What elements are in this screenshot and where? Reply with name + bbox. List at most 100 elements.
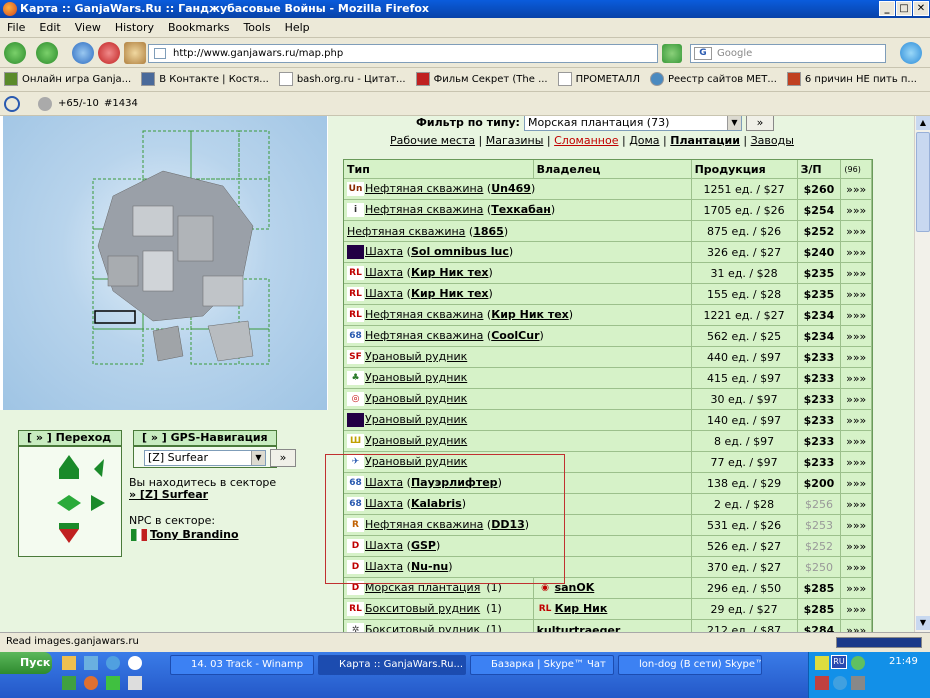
tray-icon[interactable]	[833, 676, 847, 690]
details-link[interactable]: »»»	[841, 326, 872, 347]
task-skype[interactable]: lon-dog (В сети) Skype™ ...	[618, 655, 762, 675]
chevron-down-icon[interactable]: ▼	[251, 451, 265, 465]
quicklaunch-icon[interactable]	[106, 656, 120, 670]
stop-icon[interactable]	[98, 42, 120, 64]
details-link[interactable]: »»»	[841, 515, 872, 536]
object-type-link[interactable]: Нефтяная скважина	[365, 203, 483, 216]
object-type-link[interactable]: Нефтяная скважина	[365, 308, 483, 321]
owner-link[interactable]: Техкабан	[491, 203, 551, 216]
category-link[interactable]: Рабочие места	[390, 134, 475, 147]
object-type-link[interactable]: Урановый рудник	[365, 350, 467, 363]
details-link[interactable]: »»»	[841, 347, 872, 368]
category-link[interactable]: Заводы	[751, 134, 794, 147]
quicklaunch-icon[interactable]	[84, 656, 98, 670]
details-link[interactable]: »»»	[841, 536, 872, 557]
tray-icon[interactable]	[815, 676, 829, 690]
details-link[interactable]: »»»	[841, 263, 872, 284]
skype-icon[interactable]	[900, 42, 922, 64]
menu-bookmarks[interactable]: Bookmarks	[161, 18, 236, 38]
menu-tools[interactable]: Tools	[236, 18, 277, 38]
sector-map[interactable]	[3, 116, 327, 410]
details-link[interactable]: »»»	[841, 221, 872, 242]
object-type-link[interactable]: Бокситовый рудник	[365, 602, 480, 615]
owner-link[interactable]: Un469	[491, 182, 531, 195]
maximize-button[interactable]: □	[896, 1, 912, 16]
details-link[interactable]: »»»	[841, 410, 872, 431]
search-input[interactable]: G Google	[690, 44, 886, 63]
scroll-thumb[interactable]	[916, 132, 930, 232]
object-type-link[interactable]: Нефтяная скважина	[365, 329, 483, 342]
object-type-link[interactable]: Урановый рудник	[365, 392, 467, 405]
start-button[interactable]: Пуск	[0, 652, 52, 674]
owner-link[interactable]: Кир Ник тех	[411, 266, 489, 279]
category-link[interactable]: Плантации	[670, 134, 740, 147]
back-arrow-icon[interactable]	[4, 42, 26, 64]
object-type-link[interactable]: Шахта	[365, 287, 403, 300]
category-link[interactable]: Дома	[629, 134, 659, 147]
tray-icon[interactable]	[851, 656, 865, 670]
bookmark-item[interactable]: 6 причин НЕ пить п...	[783, 68, 923, 91]
details-link[interactable]: »»»	[841, 620, 872, 632]
details-link[interactable]: »»»	[841, 494, 872, 515]
object-type-link[interactable]: Шахта	[365, 266, 403, 279]
gps-go-button[interactable]: »	[270, 449, 296, 467]
quicklaunch-icon[interactable]	[62, 656, 76, 670]
details-link[interactable]: »»»	[841, 200, 872, 221]
lang-indicator[interactable]: RU	[831, 655, 847, 669]
bookmark-item[interactable]: bash.org.ru - Цитат...	[275, 68, 412, 91]
details-link[interactable]: »»»	[841, 242, 872, 263]
details-link[interactable]: »»»	[841, 473, 872, 494]
task-skype-chat[interactable]: Базарка | Skype™ Чат	[470, 655, 614, 675]
details-link[interactable]: »»»	[841, 305, 872, 326]
task-winamp[interactable]: 14. 03 Track - Winamp	[170, 655, 314, 675]
owner-link[interactable]: CoolCur	[491, 329, 539, 342]
filter-go-button[interactable]: »	[746, 116, 774, 131]
go-icon[interactable]	[662, 44, 682, 63]
object-type-link[interactable]: Нефтяная скважина	[347, 225, 465, 238]
npc-link[interactable]: Tony Brandino	[150, 528, 239, 541]
menu-file[interactable]: File	[0, 18, 32, 38]
quicklaunch-icon[interactable]	[84, 676, 98, 690]
owner-link[interactable]: Кир Ник тех	[491, 308, 569, 321]
bookmark-item[interactable]: Реестр сайтов МЕТ...	[646, 68, 783, 91]
counter-text[interactable]: #1434	[104, 92, 138, 116]
details-link[interactable]: »»»	[841, 179, 872, 200]
scroll-down-icon[interactable]: ▼	[916, 616, 930, 630]
menu-history[interactable]: History	[108, 18, 161, 38]
object-type-link[interactable]: Бокситовый рудник	[365, 623, 480, 632]
menu-help[interactable]: Help	[278, 18, 317, 38]
quicklaunch-icon[interactable]	[128, 656, 142, 670]
owner-link[interactable]: 1865	[473, 225, 504, 238]
details-link[interactable]: »»»	[841, 599, 872, 620]
details-link[interactable]: »»»	[841, 557, 872, 578]
volume-icon[interactable]	[815, 656, 829, 670]
object-type-link[interactable]: Нефтяная скважина	[365, 182, 483, 195]
details-link[interactable]: »»»	[841, 578, 872, 599]
category-link[interactable]: Сломанное	[554, 134, 618, 147]
owner-link[interactable]: Sol omnibus luc	[411, 245, 509, 258]
bookmark-item[interactable]: ПРОМЕТАЛЛ	[554, 68, 646, 91]
object-type-link[interactable]: Урановый рудник	[365, 434, 467, 447]
menu-edit[interactable]: Edit	[32, 18, 67, 38]
owner-link[interactable]: kulturtraeger	[537, 624, 621, 633]
object-type-link[interactable]: Урановый рудник	[365, 413, 467, 426]
details-link[interactable]: »»»	[841, 389, 872, 410]
task-firefox[interactable]: Карта :: GanjaWars.Ru...	[318, 655, 466, 675]
addon-icon[interactable]	[4, 96, 20, 112]
bookmark-item[interactable]: Онлайн игра Ganja...	[0, 68, 137, 91]
quicklaunch-icon[interactable]	[62, 676, 76, 690]
gps-header[interactable]: [ » ] GPS-Навигация	[133, 430, 277, 446]
goto-header[interactable]: [ » ] Переход	[18, 430, 122, 446]
category-link[interactable]: Магазины	[486, 134, 544, 147]
gps-select[interactable]: [Z] Surfear ▼	[144, 450, 266, 466]
details-link[interactable]: »»»	[841, 284, 872, 305]
quicklaunch-icon[interactable]	[106, 676, 120, 690]
url-field[interactable]: http://www.ganjawars.ru/map.php	[148, 44, 658, 63]
quicklaunch-icon[interactable]	[128, 676, 142, 690]
object-type-link[interactable]: Шахта	[365, 245, 403, 258]
minimize-button[interactable]: _	[879, 1, 895, 16]
details-link[interactable]: »»»	[841, 452, 872, 473]
owner-link[interactable]: Кир Ник тех	[411, 287, 489, 300]
chevron-down-icon[interactable]: ▼	[727, 116, 741, 130]
object-type-link[interactable]: Урановый рудник	[365, 371, 467, 384]
